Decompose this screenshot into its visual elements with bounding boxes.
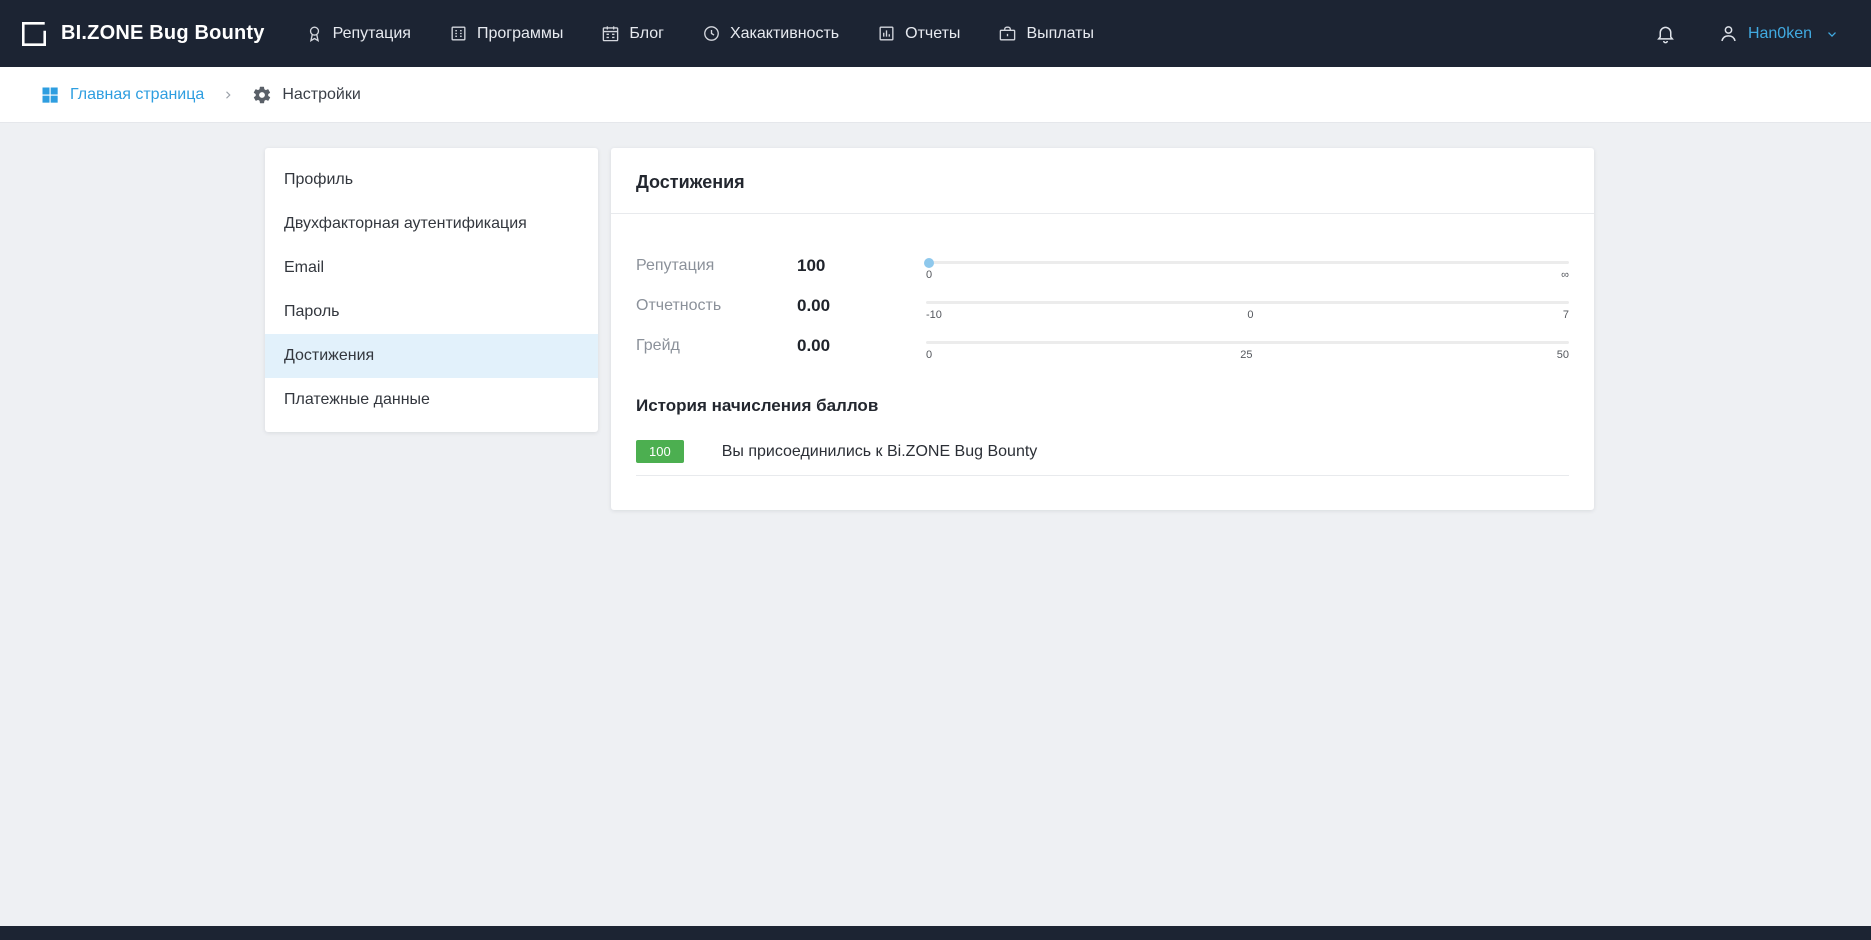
metric-value: 0.00 [797, 296, 926, 316]
main-nav: Репутация Программы Блог Хакактивность О… [305, 24, 1094, 43]
chevron-down-icon [1825, 27, 1839, 41]
metric-label: Грейд [636, 337, 797, 355]
metric-value: 100 [797, 256, 926, 276]
nav-label: Хакактивность [730, 25, 839, 43]
notifications-bell-icon[interactable] [1655, 23, 1676, 44]
brand-title: BI.ZONE Bug Bounty [61, 22, 265, 45]
metric-row-reporting: Отчетность 0.00 -10 0 7 [636, 286, 1569, 326]
metrics-block: Репутация 100 0 ∞ Отчетность 0.00 [611, 214, 1594, 366]
slider-track [926, 341, 1569, 344]
metric-row-reputation: Репутация 100 0 ∞ [636, 246, 1569, 286]
nav-item-blog[interactable]: Блог [601, 24, 664, 43]
metric-label: Репутация [636, 257, 797, 275]
card-title: Достижения [611, 148, 1594, 214]
nav-item-reputation[interactable]: Репутация [305, 24, 411, 43]
history-entry-text: Вы присоединились к Bi.ZONE Bug Bounty [722, 443, 1038, 461]
scale-max: 7 [1559, 309, 1569, 321]
gear-icon [252, 85, 272, 105]
reputation-icon [305, 24, 324, 43]
slider-scale: -10 0 7 [926, 309, 1569, 321]
nav-label: Отчеты [905, 25, 960, 43]
history-entry: 100 Вы присоединились к Bi.ZONE Bug Boun… [636, 440, 1569, 476]
reporting-slider: -10 0 7 [926, 291, 1569, 321]
sidebar-item-2fa[interactable]: Двухфакторная аутентификация [265, 202, 598, 246]
reputation-slider: 0 ∞ [926, 251, 1569, 281]
slider-handle [924, 258, 934, 268]
sidebar-item-achievements[interactable]: Достижения [265, 334, 598, 378]
bizone-logo-icon [19, 19, 49, 49]
slider-scale: 0 ∞ [926, 269, 1569, 281]
brand-logo[interactable]: BI.ZONE Bug Bounty [19, 19, 265, 49]
nav-item-reports[interactable]: Отчеты [877, 24, 960, 43]
history-list: 100 Вы присоединились к Bi.ZONE Bug Boun… [611, 416, 1594, 476]
slider-track [926, 261, 1569, 264]
slider-track [926, 301, 1569, 304]
nav-label: Выплаты [1026, 25, 1094, 43]
home-grid-icon [40, 85, 60, 105]
nav-item-hacktivity[interactable]: Хакактивность [702, 24, 839, 43]
scale-min: -10 [926, 309, 942, 321]
metric-row-grade: Грейд 0.00 0 25 50 [636, 326, 1569, 366]
points-badge: 100 [636, 440, 684, 463]
scale-mid: 0 [1245, 309, 1255, 321]
breadcrumb-current-label: Настройки [282, 86, 360, 104]
settings-sidebar: Профиль Двухфакторная аутентификация Ema… [265, 148, 598, 432]
nav-label: Программы [477, 25, 563, 43]
chevron-right-icon [222, 89, 234, 101]
history-title: История начисления баллов [611, 366, 1594, 416]
sidebar-item-email[interactable]: Email [265, 246, 598, 290]
sidebar-item-payment-data[interactable]: Платежные данные [265, 378, 598, 422]
breadcrumb-current: Настройки [252, 85, 360, 105]
scale-mid: 25 [1240, 349, 1252, 361]
username: Han0ken [1748, 25, 1812, 43]
metric-label: Отчетность [636, 297, 797, 315]
programs-icon [449, 24, 468, 43]
hacktivity-icon [702, 24, 721, 43]
nav-label: Блог [629, 25, 664, 43]
scale-min: 0 [926, 349, 936, 361]
main-content: Профиль Двухфакторная аутентификация Ema… [0, 123, 1871, 510]
scale-min: 0 [926, 269, 936, 281]
footer-strip [0, 926, 1871, 940]
metric-value: 0.00 [797, 336, 926, 356]
navbar-right: Han0ken [1655, 23, 1839, 44]
scale-max: ∞ [1559, 269, 1569, 281]
user-avatar-icon [1718, 23, 1739, 44]
user-menu[interactable]: Han0ken [1718, 23, 1839, 44]
top-navbar: BI.ZONE Bug Bounty Репутация Программы Б… [0, 0, 1871, 67]
breadcrumb-home-label: Главная страница [70, 86, 204, 104]
breadcrumb: Главная страница Настройки [0, 67, 1871, 123]
scale-max: 50 [1557, 349, 1569, 361]
nav-label: Репутация [333, 25, 411, 43]
nav-item-programs[interactable]: Программы [449, 24, 563, 43]
blog-icon [601, 24, 620, 43]
grade-slider: 0 25 50 [926, 331, 1569, 361]
sidebar-item-profile[interactable]: Профиль [265, 158, 598, 202]
slider-scale: 0 25 50 [926, 349, 1569, 361]
reports-icon [877, 24, 896, 43]
nav-item-payouts[interactable]: Выплаты [998, 24, 1094, 43]
breadcrumb-home-link[interactable]: Главная страница [40, 85, 204, 105]
achievements-card: Достижения Репутация 100 0 ∞ Отчетн [611, 148, 1594, 510]
scale-mid [1243, 269, 1253, 281]
sidebar-item-password[interactable]: Пароль [265, 290, 598, 334]
payouts-icon [998, 24, 1017, 43]
